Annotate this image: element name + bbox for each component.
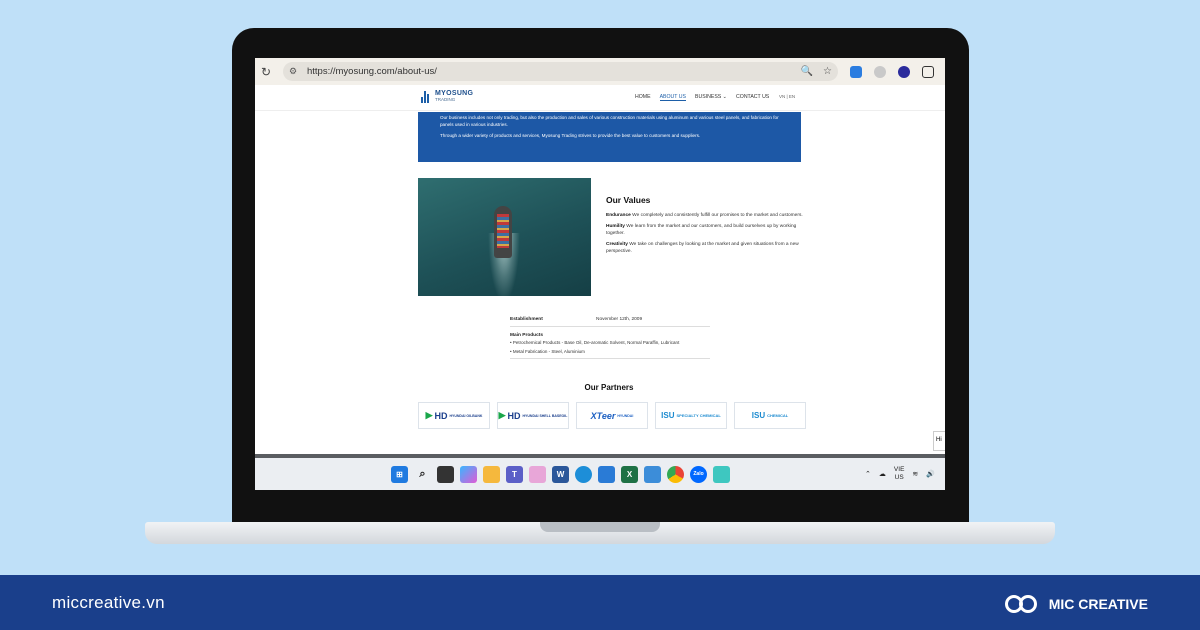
nav-business[interactable]: BUSINESS ⌄ — [695, 94, 727, 101]
bookmark-star-icon[interactable]: ☆ — [823, 66, 832, 77]
main-nav: HOME ABOUT US BUSINESS ⌄ CONTACT US — [635, 94, 769, 101]
partner-isu-chemical[interactable]: ISU CHEMICAL — [734, 402, 806, 429]
nav-contact-us[interactable]: CONTACT US — [736, 94, 769, 101]
partners-row: ▶ HD HYUNDAI OILBANK ▶ HD HYUNDAI SHELL … — [418, 402, 806, 429]
partners-title: Our Partners — [584, 383, 634, 392]
partner-xteer[interactable]: XTeer HYUNDAI — [576, 402, 648, 429]
product-item: Petrochemical Products - Base Oil, De-ar… — [510, 338, 710, 347]
wifi-icon[interactable]: ≋ — [912, 470, 918, 478]
hd-arrow-icon: ▶ — [425, 410, 433, 420]
windows-taskbar: ⊞ ⌕ T W X Zalo ⌃ ☁ VIE US ≋ 🔊 — [255, 458, 945, 490]
input-language[interactable]: VIE US — [894, 466, 904, 482]
app-icon[interactable] — [644, 465, 661, 483]
our-values-section: Our Values Endurance We completely and c… — [606, 195, 806, 259]
partner-hd-shell-baseoil[interactable]: ▶ HD HYUNDAI SHELL BASEOIL — [497, 402, 569, 429]
website-viewport: MYOSUNG TRADING HOME ABOUT US BUSINESS ⌄… — [255, 85, 945, 455]
partner-isu-specialty-chemical[interactable]: ISU SPECIALTY CHEMICAL — [655, 402, 727, 429]
chrome-icon[interactable] — [667, 465, 684, 483]
search-icon[interactable]: ⌕ — [414, 466, 431, 483]
zoom-icon[interactable]: 🔍 — [801, 66, 813, 77]
establishment-row: Establishment November 12th, 2009 — [510, 313, 710, 327]
value-creativity: Creativity We take on challenges by look… — [606, 242, 799, 254]
url-text[interactable]: https://myosung.com/about-us/ — [307, 66, 791, 77]
nav-home[interactable]: HOME — [635, 94, 651, 101]
hd-arrow-icon: ▶ — [498, 410, 506, 420]
extensions-puzzle-icon[interactable] — [922, 65, 934, 78]
reload-icon[interactable]: ↻ — [255, 65, 277, 79]
app-icon[interactable] — [529, 465, 546, 483]
value-endurance: Endurance We completely and consistently… — [606, 213, 803, 218]
logo-mark-icon — [421, 90, 431, 103]
products-list: Petrochemical Products - Base Oil, De-ar… — [510, 338, 710, 356]
word-icon[interactable]: W — [552, 465, 569, 483]
establishment-value: November 12th, 2009 — [596, 317, 643, 322]
excel-icon[interactable]: X — [621, 465, 638, 483]
footer-brand: MIC CREATIVE — [1004, 593, 1148, 615]
file-explorer-icon[interactable] — [483, 465, 500, 483]
company-info: Establishment November 12th, 2009 Main P… — [510, 313, 710, 359]
footer-banner: miccreative.vn MIC CREATIVE — [0, 575, 1200, 630]
task-view-icon[interactable] — [437, 465, 454, 483]
banner-paragraph-1: Our business includes not only trading, … — [440, 115, 779, 127]
windows-start-icon[interactable]: ⊞ — [391, 465, 408, 483]
values-title: Our Values — [606, 195, 651, 205]
partner-hd-oilbank[interactable]: ▶ HD HYUNDAI OILBANK — [418, 402, 490, 429]
establishment-label: Establishment — [510, 317, 543, 322]
laptop-screen: ↻ ⚙ https://myosung.com/about-us/ 🔍 ☆ MY… — [255, 58, 945, 490]
business-banner: Our business includes not only trading, … — [418, 112, 801, 162]
product-item: Metal Fabrication - Steel, Aluminium — [510, 347, 710, 356]
extension-copilot-icon[interactable] — [898, 65, 910, 78]
chevron-up-icon[interactable]: ⌃ — [865, 470, 871, 478]
footer-website[interactable]: miccreative.vn — [52, 593, 165, 613]
app-icon[interactable] — [713, 465, 730, 483]
cargo-ship-image — [418, 178, 591, 296]
zalo-icon[interactable]: Zalo — [690, 465, 707, 483]
store-icon[interactable] — [598, 465, 615, 483]
system-tray: ⌃ ☁ VIE US ≋ 🔊 — [865, 466, 935, 482]
myosung-logo[interactable]: MYOSUNG TRADING — [421, 90, 473, 103]
teams-icon[interactable]: T — [506, 465, 523, 483]
mic-creative-logo-icon — [1004, 593, 1039, 615]
nav-about-us[interactable]: ABOUT US — [659, 94, 686, 101]
laptop-notch — [540, 522, 660, 532]
copilot-icon[interactable] — [460, 465, 477, 483]
speaker-icon[interactable]: 🔊 — [926, 470, 935, 478]
extension-download-icon[interactable] — [850, 65, 862, 78]
cloud-icon[interactable]: ☁ — [879, 470, 886, 478]
logo-sub: TRADING — [435, 97, 456, 102]
extension-icon[interactable] — [874, 65, 886, 78]
brand-name: MIC CREATIVE — [1048, 596, 1148, 612]
site-header: MYOSUNG TRADING HOME ABOUT US BUSINESS ⌄… — [255, 85, 945, 111]
edge-icon[interactable] — [575, 465, 592, 483]
site-settings-icon[interactable]: ⚙ — [289, 66, 303, 77]
value-humility: Humility We learn from the market and ou… — [606, 224, 797, 236]
address-bar[interactable]: ⚙ https://myosung.com/about-us/ 🔍 ☆ — [283, 62, 838, 81]
language-switch[interactable]: VN | EN — [779, 94, 795, 99]
taskbar-apps: ⊞ ⌕ T W X Zalo — [391, 465, 730, 483]
chat-widget-tab[interactable]: Hi — [933, 431, 945, 451]
browser-toolbar: ↻ ⚙ https://myosung.com/about-us/ 🔍 ☆ — [255, 58, 945, 85]
banner-paragraph-2: Through a wider variety of products and … — [440, 133, 701, 138]
logo-name: MYOSUNG — [435, 90, 474, 97]
